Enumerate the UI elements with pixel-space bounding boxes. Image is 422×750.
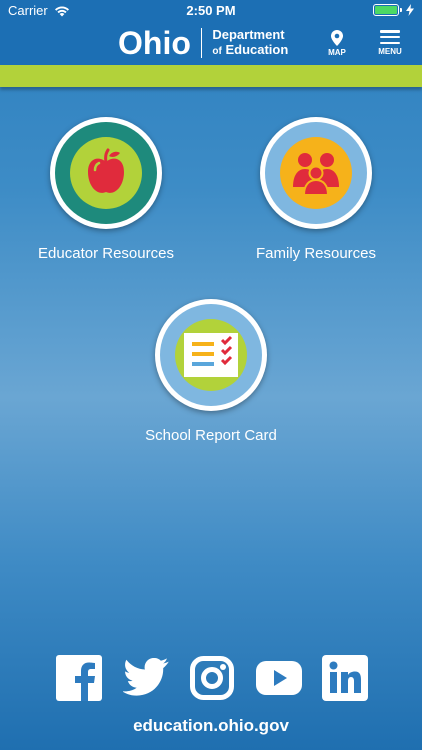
battery-fill [375,6,397,14]
twitter-link[interactable] [122,655,169,701]
apple-icon [88,148,124,193]
instagram-icon [190,656,234,700]
logo-dept-prefix: of [212,46,222,57]
tile-label: School Report Card [145,427,277,444]
tile-inner [70,137,142,209]
tile-label: Family Resources [255,245,377,262]
tile-family-resources[interactable]: Family Resources [236,117,396,262]
map-pin-icon [331,30,343,46]
facebook-icon [56,655,102,701]
tile-circle [50,117,162,229]
tile-ring [160,304,262,406]
tile-inner [280,137,352,209]
tile-circle [155,299,267,411]
logo-dept-line2: of Education [212,42,288,59]
youtube-icon [255,661,302,695]
status-bar: Carrier 2:50 PM [0,0,422,22]
family-icon [293,153,339,195]
report-card-icon [184,333,238,377]
logo-dept-education: Education [225,42,289,57]
logo-department-text: Department of Education [212,27,288,59]
ohio-doe-logo[interactable]: Ohio Department of Education [118,26,288,60]
website-link[interactable]: education.ohio.gov [0,716,422,736]
tile-ring [55,122,157,224]
app-header: Ohio Department of Education MAP MENU [0,22,422,65]
tile-inner [175,319,247,391]
twitter-icon [122,658,169,696]
status-right [373,4,414,16]
map-label: MAP [328,48,346,57]
logo-dept-line1: Department [212,27,285,42]
menu-button[interactable]: MENU [376,30,404,56]
logo-ohio-text: Ohio [118,25,191,61]
tile-label: Educator Resources [38,245,174,262]
youtube-link[interactable] [255,655,302,701]
menu-label: MENU [378,47,402,56]
accent-band [0,65,422,87]
charging-bolt-icon [406,4,414,16]
tile-circle [260,117,372,229]
tile-ring [265,122,367,224]
map-button[interactable]: MAP [325,30,349,57]
status-time: 2:50 PM [186,3,236,18]
facebook-link[interactable] [56,655,102,701]
battery-icon [373,4,402,16]
social-links [56,655,368,701]
linkedin-icon [322,655,368,701]
linkedin-link[interactable] [322,655,368,701]
instagram-link[interactable] [189,655,235,701]
tile-educator-resources[interactable]: Educator Resources [26,117,186,262]
logo-divider [200,28,203,58]
hamburger-icon [380,30,400,44]
tile-school-report-card[interactable]: School Report Card [131,299,291,444]
